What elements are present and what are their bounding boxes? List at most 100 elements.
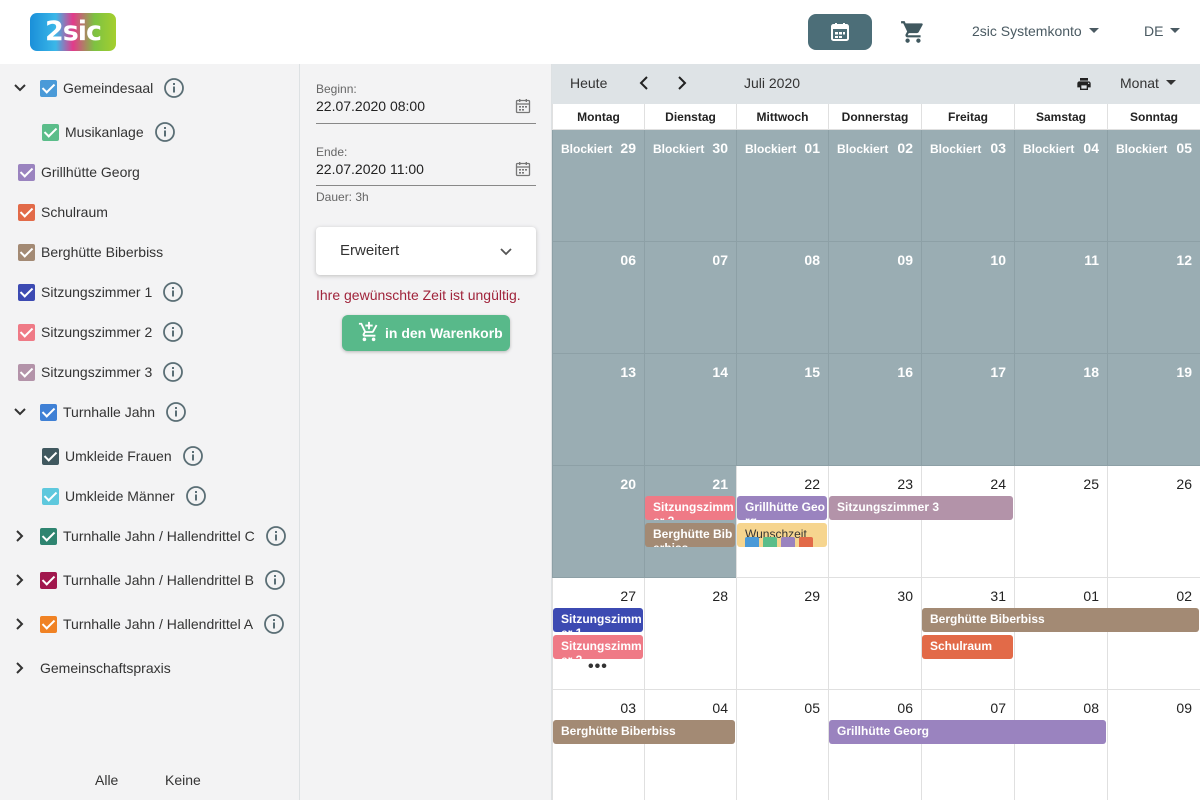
booking-event[interactable]: Grillhütte Georg (829, 720, 1106, 744)
calendar-day-blocked[interactable]: 19 (1107, 354, 1200, 466)
calendar-icon[interactable] (515, 161, 531, 177)
resource-checkbox[interactable] (18, 363, 35, 381)
resource-item[interactable]: Turnhalle Jahn / Hallendrittel A (40, 612, 253, 636)
info-icon[interactable] (264, 569, 286, 591)
calendar-day[interactable]: 23 (828, 466, 921, 578)
calendar-day[interactable]: 25 (1014, 466, 1107, 578)
chevron-down-icon[interactable] (10, 402, 30, 422)
chevron-right-icon[interactable] (675, 74, 689, 92)
info-icon[interactable] (165, 401, 187, 423)
add-to-cart-button[interactable]: in den Warenkorb (342, 315, 510, 351)
calendar-day-blocked[interactable]: 08 (736, 242, 828, 354)
calendar-day-blocked[interactable]: 05 Blockiert (1107, 130, 1200, 242)
resource-item[interactable]: Turnhalle Jahn (40, 400, 155, 424)
calendar-day[interactable]: 29 (736, 578, 828, 690)
today-button[interactable]: Heute (570, 75, 607, 91)
info-icon[interactable] (182, 445, 204, 467)
resource-checkbox[interactable] (40, 79, 57, 97)
end-field[interactable]: 22.07.2020 11:00 (316, 161, 424, 177)
booking-event[interactable]: Sitzungszimmer 2 (553, 635, 643, 659)
calendar-day-blocked[interactable]: 21 (644, 466, 736, 578)
resource-item[interactable]: Grillhütte Georg (18, 160, 140, 184)
resource-checkbox[interactable] (40, 527, 57, 545)
booking-event[interactable]: Berghütte Biberbiss (922, 608, 1199, 632)
cart-button[interactable] (900, 19, 926, 45)
booking-event[interactable]: Berghütte Biberbiss (553, 720, 735, 744)
calendar-day[interactable]: 06 (828, 690, 921, 800)
logo[interactable]: 2sic (30, 13, 116, 51)
resource-checkbox[interactable] (42, 447, 59, 465)
resource-item[interactable]: Turnhalle Jahn / Hallendrittel B (40, 568, 254, 592)
calendar-day[interactable]: 24 (921, 466, 1014, 578)
wish-time-event[interactable]: Wunschzeit (737, 523, 827, 547)
resource-item[interactable]: Berghütte Biberbiss (18, 240, 163, 264)
calendar-day-blocked[interactable]: 11 (1014, 242, 1107, 354)
resource-checkbox[interactable] (18, 323, 35, 341)
select-all-button[interactable]: Alle (95, 772, 118, 788)
calendar-day-blocked[interactable]: 15 (736, 354, 828, 466)
info-icon[interactable] (162, 321, 184, 343)
info-icon[interactable] (154, 121, 176, 143)
start-field[interactable]: 22.07.2020 08:00 (316, 98, 425, 114)
account-menu[interactable]: 2sic Systemkonto (972, 23, 1099, 39)
booking-event[interactable]: Sitzungszimmer 2 (645, 496, 735, 520)
booking-event[interactable]: Berghütte Biberbiss (645, 523, 735, 547)
calendar-day-blocked[interactable]: 03 Blockiert (921, 130, 1014, 242)
calendar-day[interactable]: 03 (552, 690, 644, 800)
chevron-down-icon[interactable] (10, 78, 30, 98)
calendar-day-blocked[interactable]: 07 (644, 242, 736, 354)
info-icon[interactable] (162, 281, 184, 303)
chevron-right-icon[interactable] (10, 614, 30, 634)
calendar-icon[interactable] (515, 98, 531, 114)
view-selector[interactable]: Monat (1120, 75, 1176, 91)
resource-item[interactable]: Sitzungszimmer 1 (18, 280, 152, 304)
calendar-day-blocked[interactable]: 13 (552, 354, 644, 466)
calendar-day-blocked[interactable]: 01 Blockiert (736, 130, 828, 242)
resource-item[interactable]: Gemeindesaal (40, 76, 153, 100)
resource-checkbox[interactable] (42, 123, 59, 141)
calendar-day-blocked[interactable]: 16 (828, 354, 921, 466)
calendar-day[interactable]: 31 (921, 578, 1014, 690)
language-menu[interactable]: DE (1144, 23, 1181, 39)
calendar-day-blocked[interactable]: 17 (921, 354, 1014, 466)
calendar-button[interactable] (808, 14, 872, 50)
chevron-right-icon[interactable] (10, 658, 30, 678)
booking-event[interactable]: Sitzungszimmer 1 (553, 608, 643, 632)
calendar-day[interactable]: 04 (644, 690, 736, 800)
resource-checkbox[interactable] (42, 487, 59, 505)
calendar-day-blocked[interactable]: 29 Blockiert (552, 130, 644, 242)
chevron-right-icon[interactable] (10, 526, 30, 546)
booking-event[interactable]: Schulraum (922, 635, 1013, 659)
resource-item[interactable]: Schulraum (18, 200, 108, 224)
calendar-day-blocked[interactable]: 14 (644, 354, 736, 466)
calendar-day[interactable]: 22 (736, 466, 828, 578)
resource-item[interactable]: Gemeinschaftspraxis (40, 656, 171, 680)
resource-item[interactable]: Umkleide Männer (42, 484, 175, 508)
advanced-options-toggle[interactable]: Erweitert (316, 227, 536, 275)
resource-checkbox[interactable] (40, 615, 57, 633)
resource-checkbox[interactable] (40, 403, 57, 421)
calendar-day-blocked[interactable]: 04 Blockiert (1014, 130, 1107, 242)
info-icon[interactable] (185, 485, 207, 507)
chevron-left-icon[interactable] (637, 74, 651, 92)
resource-item[interactable]: Umkleide Frauen (42, 444, 172, 468)
print-icon[interactable] (1076, 76, 1092, 92)
select-none-button[interactable]: Keine (165, 772, 201, 788)
calendar-day[interactable]: 01 (1014, 578, 1107, 690)
calendar-day-blocked[interactable]: 10 (921, 242, 1014, 354)
calendar-day-blocked[interactable]: 30 Blockiert (644, 130, 736, 242)
calendar-day[interactable]: 08 (1014, 690, 1107, 800)
calendar-day-blocked[interactable]: 18 (1014, 354, 1107, 466)
calendar-day-blocked[interactable]: 20 (552, 466, 644, 578)
calendar-day-blocked[interactable]: 06 (552, 242, 644, 354)
booking-event[interactable]: Sitzungszimmer 3 (829, 496, 1013, 520)
calendar-day-blocked[interactable]: 02 Blockiert (828, 130, 921, 242)
more-events-button[interactable]: ••• (588, 658, 608, 676)
calendar-day[interactable]: 30 (828, 578, 921, 690)
resource-item[interactable]: Sitzungszimmer 3 (18, 360, 152, 384)
info-icon[interactable] (162, 361, 184, 383)
calendar-day[interactable]: 26 (1107, 466, 1200, 578)
calendar-day[interactable]: 02 (1107, 578, 1200, 690)
calendar-day-blocked[interactable]: 12 (1107, 242, 1200, 354)
resource-checkbox[interactable] (40, 571, 57, 589)
